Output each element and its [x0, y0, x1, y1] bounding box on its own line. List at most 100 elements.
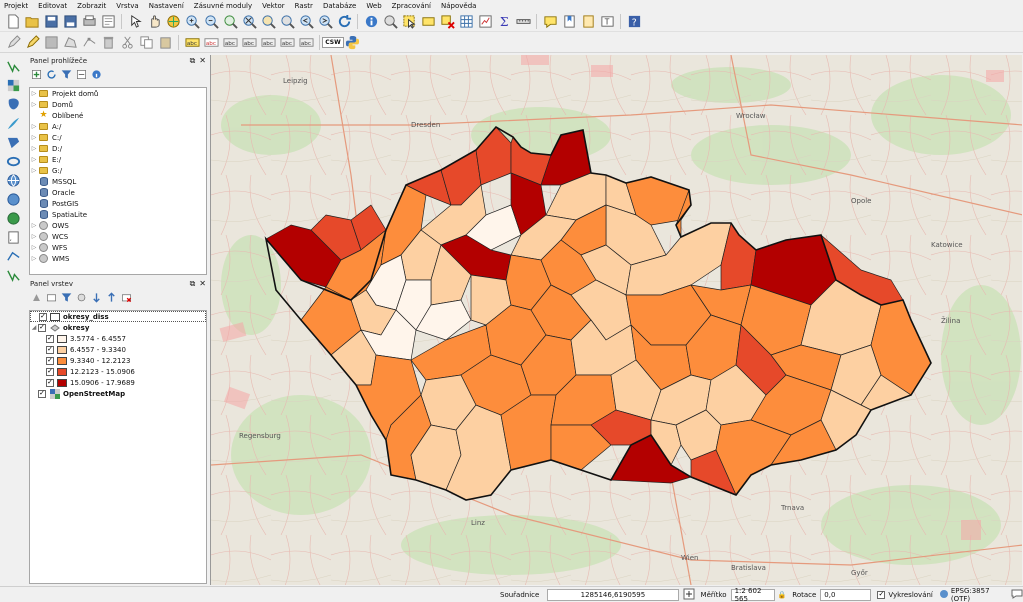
- menu-napoveda[interactable]: Nápověda: [441, 2, 476, 10]
- menu-zobrazit[interactable]: Zobrazit: [77, 2, 106, 10]
- browser-item[interactable]: ▷ D:/: [30, 143, 206, 154]
- layer-visibility-checkbox[interactable]: ✓: [38, 323, 46, 332]
- touch-zoom-icon[interactable]: [127, 13, 143, 29]
- legend-class-4[interactable]: ✓ 12.2123 - 15.0906: [30, 366, 206, 377]
- layer-okresy[interactable]: ◢ ✓ okresy: [30, 322, 206, 333]
- mouse-position-toggle-icon[interactable]: [683, 588, 695, 602]
- menu-projekt[interactable]: Projekt: [4, 2, 28, 10]
- layer-openstreetmap[interactable]: ✓ OpenStreetMap: [30, 388, 206, 399]
- menu-vrstva[interactable]: Vrstva: [116, 2, 139, 10]
- scale-lock-icon[interactable]: 🔒: [778, 591, 787, 599]
- add-wcs-layer-icon[interactable]: [5, 192, 23, 207]
- run-action-icon[interactable]: [382, 13, 398, 29]
- browser-item[interactable]: ▷ WFS: [30, 242, 206, 253]
- layer-okresy-diss[interactable]: ✓ okresy_diss: [30, 311, 206, 322]
- zoom-native-icon[interactable]: [222, 13, 238, 29]
- add-spatialite-layer-icon[interactable]: [5, 116, 23, 131]
- zoom-to-selection-icon[interactable]: [260, 13, 276, 29]
- browser-item[interactable]: ▷ Projekt domů: [30, 88, 206, 99]
- browser-item[interactable]: ▷ WCS: [30, 231, 206, 242]
- map-canvas[interactable]: Leipzig Dresden Wrocław Katowice Regensb…: [210, 55, 1022, 585]
- attribute-table-icon[interactable]: [458, 13, 474, 29]
- delete-selected-icon[interactable]: [100, 35, 116, 51]
- pan-to-selection-icon[interactable]: [165, 13, 181, 29]
- browser-item[interactable]: ▷ C:/: [30, 132, 206, 143]
- render-checkbox[interactable]: ✓: [877, 590, 886, 599]
- bookmark-icon[interactable]: [561, 13, 577, 29]
- add-raster-layer-icon[interactable]: [5, 78, 23, 93]
- save-edits-icon[interactable]: [43, 35, 59, 51]
- class-visibility-checkbox[interactable]: ✓: [46, 367, 54, 376]
- legend-class-1[interactable]: ✓ 3.5774 - 6.4557: [30, 333, 206, 344]
- move-label-icon[interactable]: abc: [260, 35, 276, 51]
- new-project-icon[interactable]: [5, 13, 21, 29]
- browser-item[interactable]: MSSQL: [30, 176, 206, 187]
- zoom-out-icon[interactable]: [203, 13, 219, 29]
- coordinate-field[interactable]: 1285146,6190595: [547, 588, 679, 601]
- print-layout-icon[interactable]: [81, 13, 97, 29]
- python-console-icon[interactable]: [344, 35, 360, 51]
- legend-class-2[interactable]: ✓ 6.4557 - 9.3340: [30, 344, 206, 355]
- zoom-last-icon[interactable]: [298, 13, 314, 29]
- node-tool-icon[interactable]: [81, 35, 97, 51]
- save-project-icon[interactable]: [43, 13, 59, 29]
- legend-class-3[interactable]: ✓ 9.3340 - 12.2123: [30, 355, 206, 366]
- zoom-to-layer-icon[interactable]: [279, 13, 295, 29]
- new-shapefile-icon[interactable]: [5, 249, 23, 264]
- field-calculator-icon[interactable]: [477, 13, 493, 29]
- map-tips-icon[interactable]: [542, 13, 558, 29]
- float-panel-icon[interactable]: ⧉: [190, 56, 196, 66]
- add-selected-layers-icon[interactable]: [30, 68, 42, 80]
- collapse-all-icon[interactable]: [75, 68, 87, 80]
- add-postgis-layer-icon[interactable]: [5, 97, 23, 112]
- menu-nastaveni[interactable]: Nastavení: [149, 2, 184, 10]
- browser-item[interactable]: ★ Oblíbené: [30, 110, 206, 121]
- crs-icon[interactable]: [939, 589, 949, 601]
- metasearch-button[interactable]: CSW: [322, 35, 344, 51]
- pan-icon[interactable]: [146, 13, 162, 29]
- zoom-full-icon[interactable]: [241, 13, 257, 29]
- toggle-editing-icon[interactable]: [24, 35, 40, 51]
- filter-legend-icon[interactable]: [60, 291, 72, 303]
- crs-status[interactable]: EPSG:3857 (OTF): [951, 587, 1005, 602]
- add-oracle-layer-icon[interactable]: [5, 154, 23, 169]
- properties-icon[interactable]: [90, 68, 102, 80]
- change-label-icon[interactable]: abc: [298, 35, 314, 51]
- menu-vektor[interactable]: Vektor: [262, 2, 285, 10]
- help-icon[interactable]: ?: [626, 13, 642, 29]
- map-svg[interactable]: Leipzig Dresden Wrocław Katowice Regensb…: [211, 55, 1022, 585]
- new-vector-layer-icon[interactable]: [5, 268, 23, 283]
- close-panel-icon[interactable]: ✕: [199, 56, 206, 66]
- menu-web[interactable]: Web: [366, 2, 381, 10]
- show-bookmarks-icon[interactable]: [580, 13, 596, 29]
- add-group-icon[interactable]: [45, 291, 57, 303]
- show-hide-labels-icon[interactable]: abc: [241, 35, 257, 51]
- float-panel-icon[interactable]: ⧉: [190, 279, 196, 289]
- browser-item[interactable]: Oracle: [30, 187, 206, 198]
- browser-item[interactable]: SpatiaLite: [30, 209, 206, 220]
- browser-item[interactable]: ▷ WMS: [30, 253, 206, 264]
- save-as-icon[interactable]: [62, 13, 78, 29]
- zoom-in-icon[interactable]: [184, 13, 200, 29]
- add-wms-layer-icon[interactable]: [5, 173, 23, 188]
- legend-class-5[interactable]: ✓ 15.0906 - 17.9689: [30, 377, 206, 388]
- zoom-next-icon[interactable]: [317, 13, 333, 29]
- refresh-icon[interactable]: [336, 13, 352, 29]
- cut-features-icon[interactable]: [119, 35, 135, 51]
- select-features-icon[interactable]: [401, 13, 417, 29]
- pin-label-icon[interactable]: abc: [222, 35, 238, 51]
- add-feature-icon[interactable]: [62, 35, 78, 51]
- expand-all-icon[interactable]: [90, 291, 102, 303]
- add-delimited-text-icon[interactable]: ,: [5, 230, 23, 245]
- browser-item[interactable]: ▷ G:/: [30, 165, 206, 176]
- open-project-icon[interactable]: [24, 13, 40, 29]
- remove-layer-icon[interactable]: [120, 291, 132, 303]
- class-visibility-checkbox[interactable]: ✓: [46, 345, 54, 354]
- layer-visibility-checkbox[interactable]: ✓: [39, 312, 47, 321]
- rotate-label-icon[interactable]: abc: [279, 35, 295, 51]
- deselect-icon[interactable]: [439, 13, 455, 29]
- label-highlight-icon[interactable]: abc: [203, 35, 219, 51]
- label-tool-icon[interactable]: abc: [184, 35, 200, 51]
- layer-visibility-checkbox[interactable]: ✓: [38, 389, 46, 398]
- select-by-value-icon[interactable]: [420, 13, 436, 29]
